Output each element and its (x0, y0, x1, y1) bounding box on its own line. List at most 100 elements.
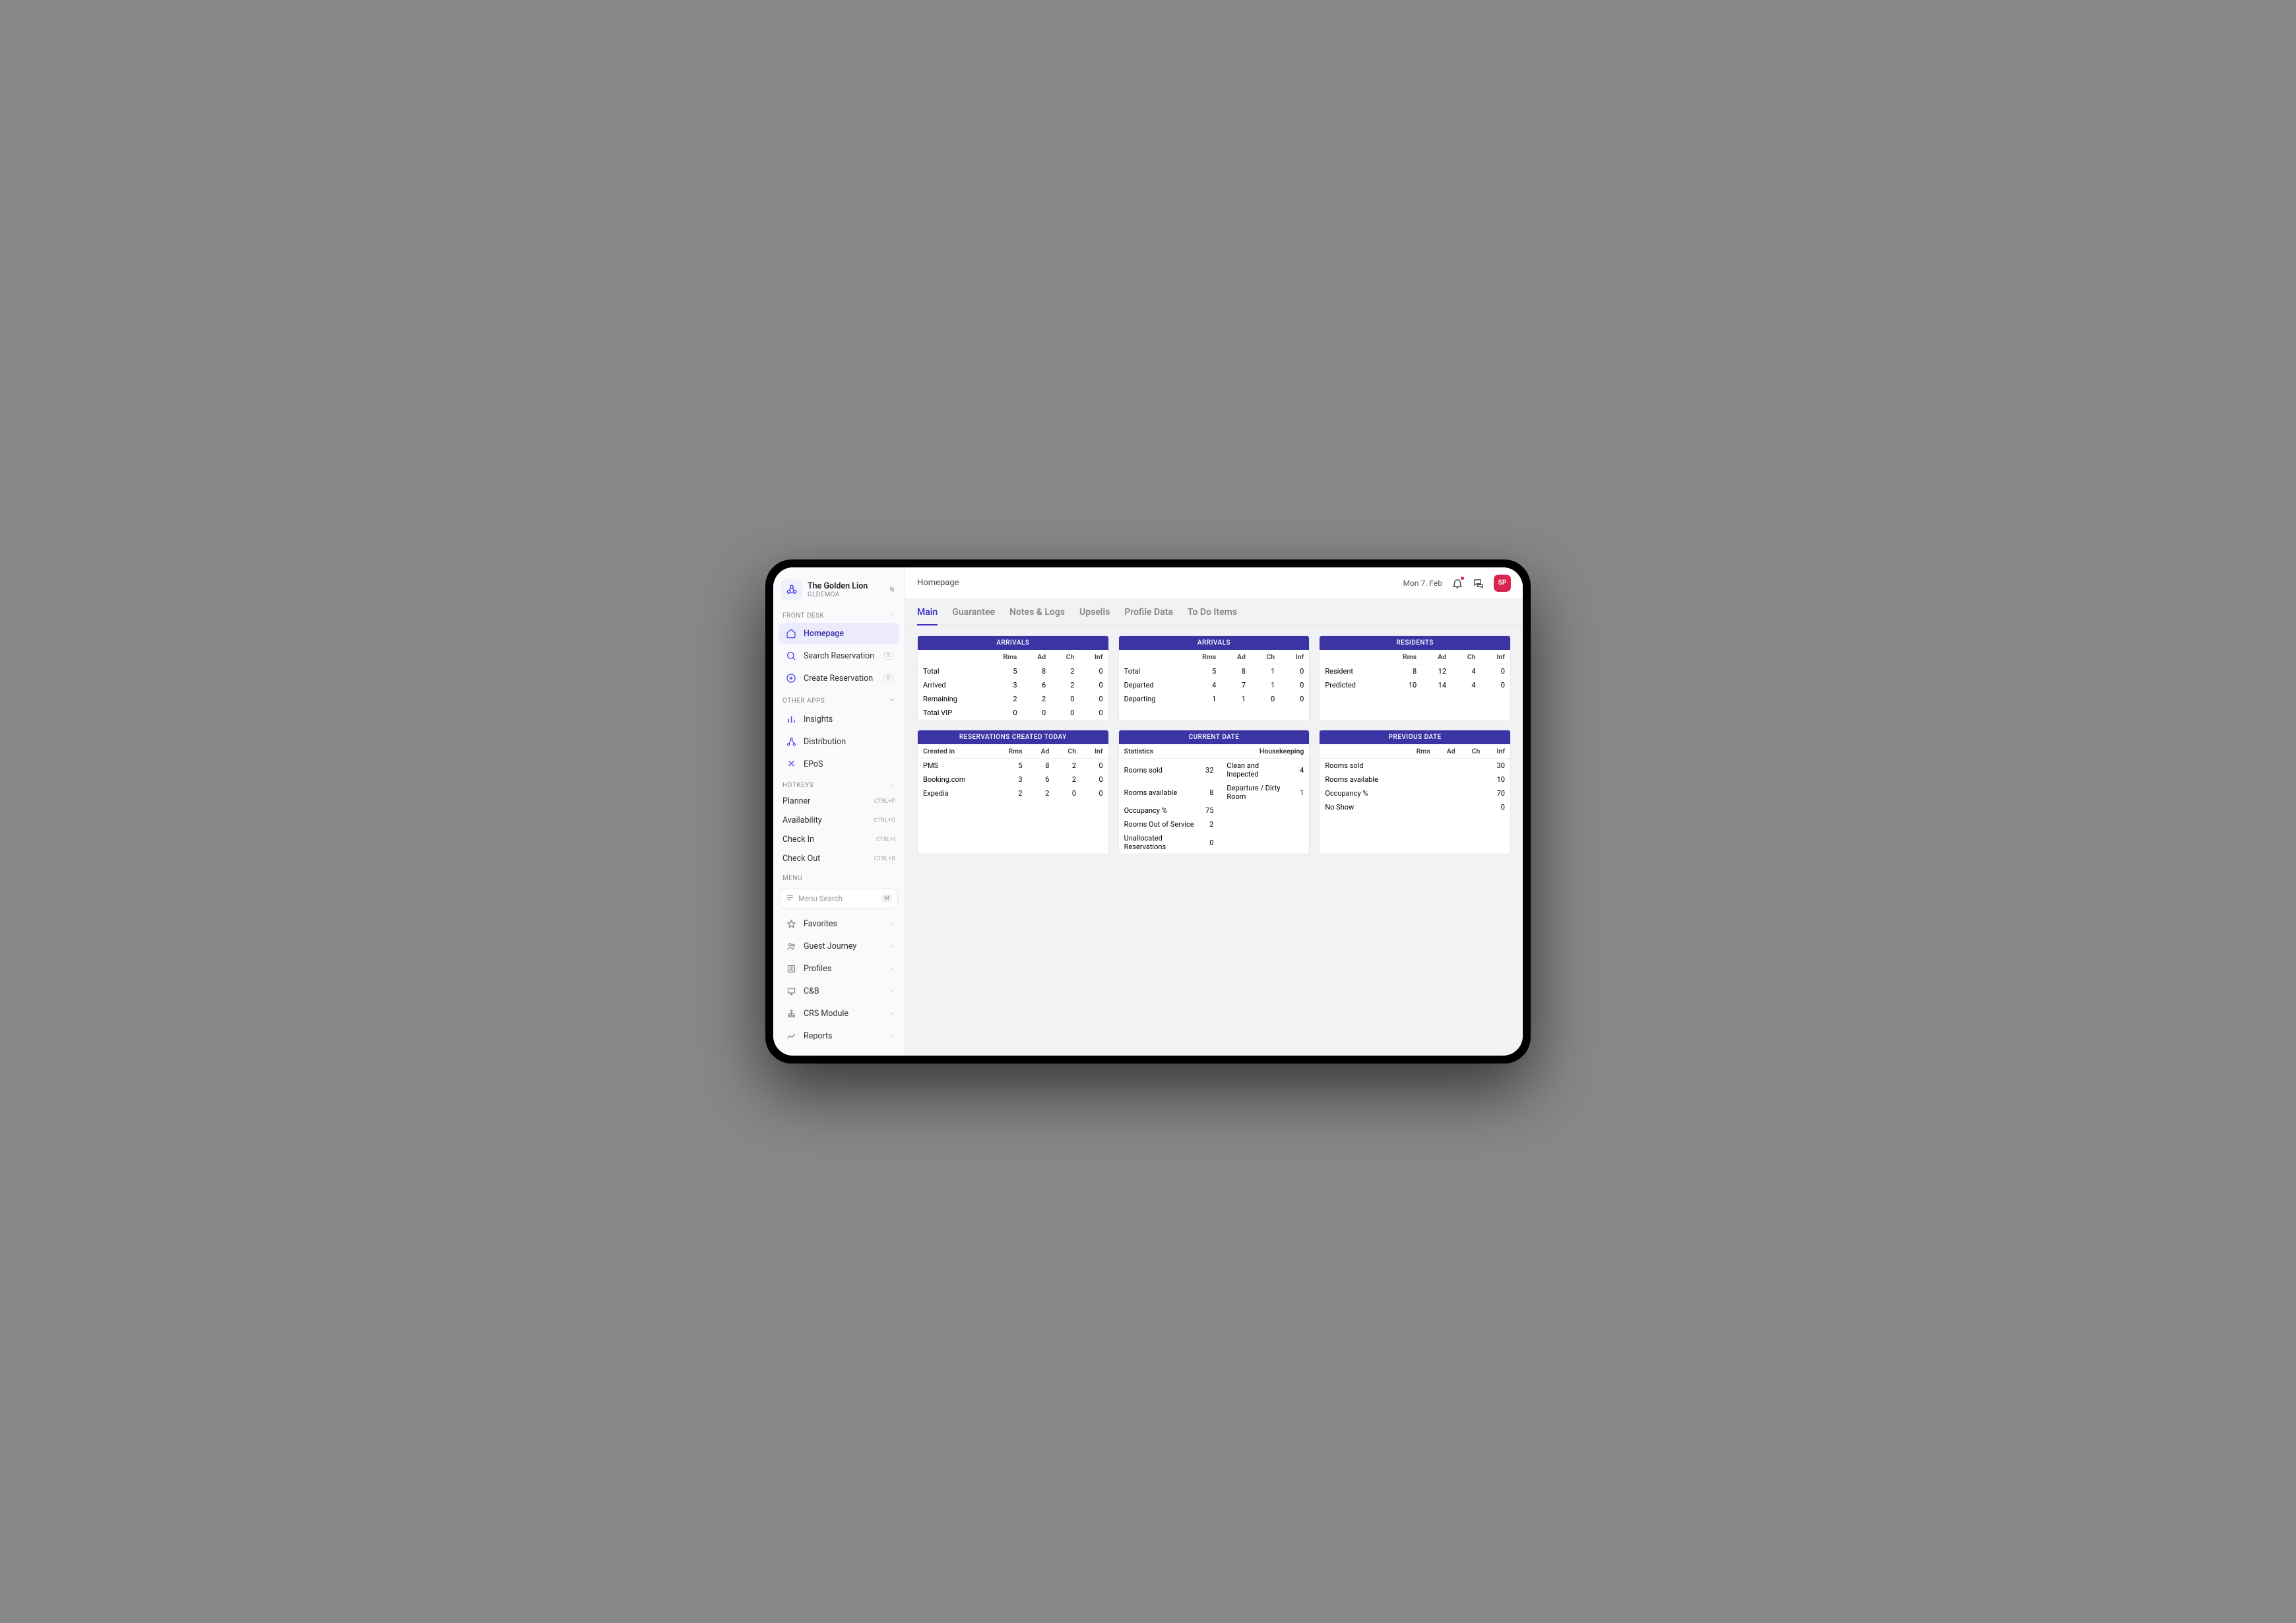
col-header: Ad (1221, 650, 1251, 664)
cell: 12 (1422, 664, 1451, 679)
tab-profile-data[interactable]: Profile Data (1124, 607, 1173, 625)
hotkey-check-in[interactable]: Check In CTRL+I (773, 830, 905, 849)
table-row: Total VIP0000 (918, 706, 1108, 720)
app-logo-icon (781, 579, 802, 600)
cell: 70 (1485, 786, 1510, 800)
cell: Rooms sold (1320, 759, 1403, 773)
cell: 1 (1294, 781, 1309, 804)
col-header: Ch (1461, 744, 1486, 759)
hierarchy-icon (785, 1007, 797, 1019)
cell: 4 (1294, 759, 1309, 782)
cell: 0 (1079, 692, 1108, 706)
chat-icon[interactable] (1473, 577, 1484, 589)
cell: 30 (1485, 759, 1510, 773)
sidebar-item-search-reservation[interactable]: Search Reservation S (779, 645, 899, 666)
menu-item-profiles[interactable]: Profiles › (779, 958, 899, 979)
cell: 2 (1023, 692, 1052, 706)
col-header (918, 650, 985, 664)
table-row: Total5810 (1119, 664, 1310, 679)
cell: Rooms available (1119, 781, 1200, 804)
avatar[interactable]: SP (1494, 575, 1511, 592)
card-title: RESIDENTS (1320, 636, 1510, 650)
menu-search-input[interactable]: Menu Search M (780, 889, 898, 908)
menu-item-label: Reports (804, 1031, 833, 1041)
col-header: Ad (1023, 650, 1052, 664)
col-header: Housekeeping (1219, 744, 1309, 759)
cell (1219, 831, 1294, 854)
cell: 8 (1023, 664, 1052, 679)
cell: Unallocated Reservations (1119, 831, 1200, 854)
col-header: Rms (1403, 744, 1436, 759)
menu-item-crs[interactable]: CRS Module › (779, 1003, 899, 1024)
tab-guarantee[interactable]: Guarantee (952, 607, 995, 625)
sidebar-header[interactable]: The Golden Lion GLDEMOA (773, 574, 905, 606)
table-row: Arrived3620 (918, 678, 1108, 692)
sidebar-item-create-reservation[interactable]: Create Reservation R (779, 668, 899, 689)
table-row: Remaining2200 (918, 692, 1108, 706)
cell: 0 (1280, 678, 1309, 692)
section-title-label: FRONT DESK (782, 612, 824, 620)
menu-item-guest-journey[interactable]: Guest Journey › (779, 936, 899, 957)
cell: 2 (1200, 817, 1219, 831)
cell (1461, 773, 1486, 786)
cell: 0 (1081, 773, 1108, 786)
tab-notes-logs[interactable]: Notes & Logs (1009, 607, 1065, 625)
tab-upsells[interactable]: Upsells (1079, 607, 1110, 625)
residents-table: RmsAdChInfResident81240Predicted101440 (1320, 650, 1510, 692)
hotkey-availability[interactable]: Availability CTRL+O (773, 811, 905, 830)
list-icon (786, 893, 794, 904)
cell: 0 (1079, 678, 1108, 692)
table-row: Departing1100 (1119, 692, 1310, 706)
sidebar-item-insights[interactable]: Insights (779, 709, 899, 730)
sidebar-item-distribution[interactable]: Distribution (779, 731, 899, 752)
keyboard-shortcut: CTRL+P (874, 798, 895, 805)
menu-item-label: Profiles (804, 964, 831, 974)
card-arrivals-2: ARRIVALS RmsAdChInfTotal5810Departed4710… (1118, 635, 1310, 720)
swap-icon[interactable] (887, 584, 897, 596)
table-row: Rooms available10 (1320, 773, 1510, 786)
notification-dot (1460, 576, 1465, 581)
cell (1461, 800, 1486, 814)
menu-item-cb[interactable]: C&B › (779, 980, 899, 1002)
chevron-down-icon[interactable] (888, 696, 895, 705)
cell: Departing (1119, 692, 1184, 706)
hotkey-label: Planner (782, 796, 810, 806)
sidebar-item-homepage[interactable]: Homepage (779, 623, 899, 644)
cell: 0 (1079, 664, 1108, 679)
card-title: ARRIVALS (1119, 636, 1310, 650)
cell (1219, 804, 1294, 817)
bell-icon[interactable] (1451, 577, 1463, 589)
menu-item-reports[interactable]: Reports › (779, 1025, 899, 1046)
table-row: Departed4710 (1119, 678, 1310, 692)
hotkey-planner[interactable]: Planner CTRL+P (773, 792, 905, 811)
card-arrivals-1: ARRIVALS RmsAdChInfTotal5820Arrived3620R… (917, 635, 1109, 720)
tab-todo-items[interactable]: To Do Items (1188, 607, 1237, 625)
col-header: Ad (1028, 744, 1055, 759)
keyboard-shortcut: CTRL+O (874, 817, 895, 824)
cell (1294, 817, 1309, 831)
more-icon[interactable]: ⋮ (889, 612, 896, 620)
menu-item-favorites[interactable]: Favorites › (779, 913, 899, 934)
profile-icon (785, 963, 797, 974)
keyboard-shortcut: R (883, 674, 893, 682)
more-icon[interactable]: ⋮ (889, 782, 896, 789)
cell: 0 (1481, 678, 1510, 692)
hotkey-check-out[interactable]: Check Out CTRL+B (773, 849, 905, 868)
section-title-label: HOTKEYS (782, 782, 813, 789)
card-current-date: CURRENT DATE StatisticsHousekeepingRooms… (1118, 730, 1310, 854)
chevron-right-icon: › (891, 965, 893, 972)
sidebar-item-label: EPoS (804, 759, 823, 769)
col-header: Inf (1485, 744, 1510, 759)
hotel-info: The Golden Lion GLDEMOA (808, 581, 868, 598)
card-title: RESERVATIONS CREATED TODAY (918, 730, 1108, 744)
cell: 2 (1054, 759, 1081, 773)
sidebar-item-epos[interactable]: EPoS (779, 753, 899, 775)
cell: Remaining (918, 692, 985, 706)
chevron-right-icon: › (891, 1033, 893, 1040)
search-icon (785, 650, 797, 662)
cell (1461, 786, 1486, 800)
search-placeholder: Menu Search (798, 894, 843, 903)
card-title: CURRENT DATE (1119, 730, 1310, 744)
plus-circle-icon (785, 672, 797, 684)
tab-main[interactable]: Main (917, 607, 938, 625)
